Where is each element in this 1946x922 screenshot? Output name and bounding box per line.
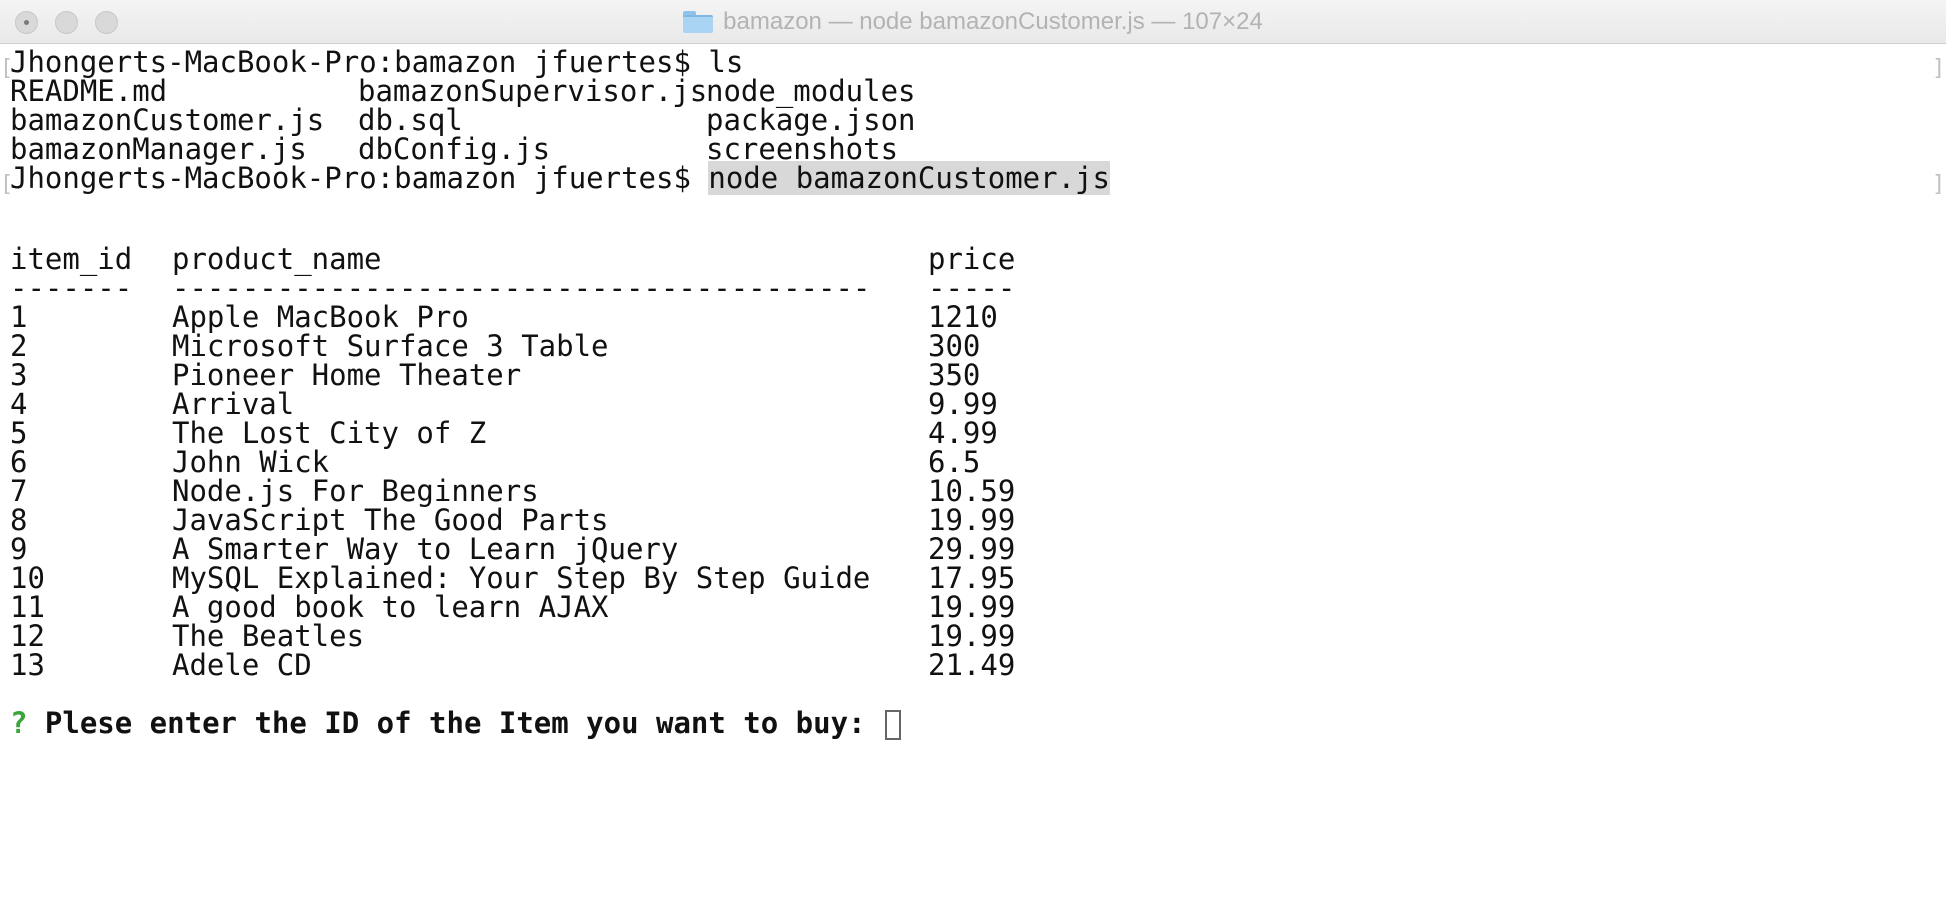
product-name: Adele CD: [172, 648, 312, 682]
table-row: 13 Adele CD 21.49: [10, 647, 1110, 683]
title-bar: bamazon — node bamazonCustomer.js — 107×…: [0, 0, 1946, 44]
price: 21.49: [928, 648, 1016, 682]
shell-prompt: Jhongerts-MacBook-Pro:bamazon jfuertes$: [10, 161, 709, 195]
folder-icon: [683, 11, 714, 33]
window-title: bamazon — node bamazonCustomer.js — 107×…: [723, 8, 1263, 35]
text-cursor[interactable]: [884, 710, 901, 740]
highlighted-command: node bamazonCustomer.js: [708, 161, 1110, 195]
line-marker-right: ]: [1932, 172, 1946, 197]
terminal-window: bamazon — node bamazonCustomer.js — 107×…: [0, 0, 1946, 922]
window-title-wrap: bamazon — node bamazonCustomer.js — 107×…: [0, 0, 1946, 44]
line-marker-right: ]: [1932, 56, 1946, 81]
prompt-question: Plese enter the ID of the Item you want …: [27, 706, 883, 740]
terminal-output[interactable]: [ ] Jhongerts-MacBook-Pro:bamazon jfuert…: [0, 44, 1946, 922]
item-id: 13: [10, 648, 45, 682]
question-mark-icon: ?: [10, 706, 28, 740]
command-line-node: Jhongerts-MacBook-Pro:bamazon jfuertes$ …: [10, 160, 1110, 196]
purchase-prompt: ? Plese enter the ID of the Item you wan…: [10, 705, 901, 741]
